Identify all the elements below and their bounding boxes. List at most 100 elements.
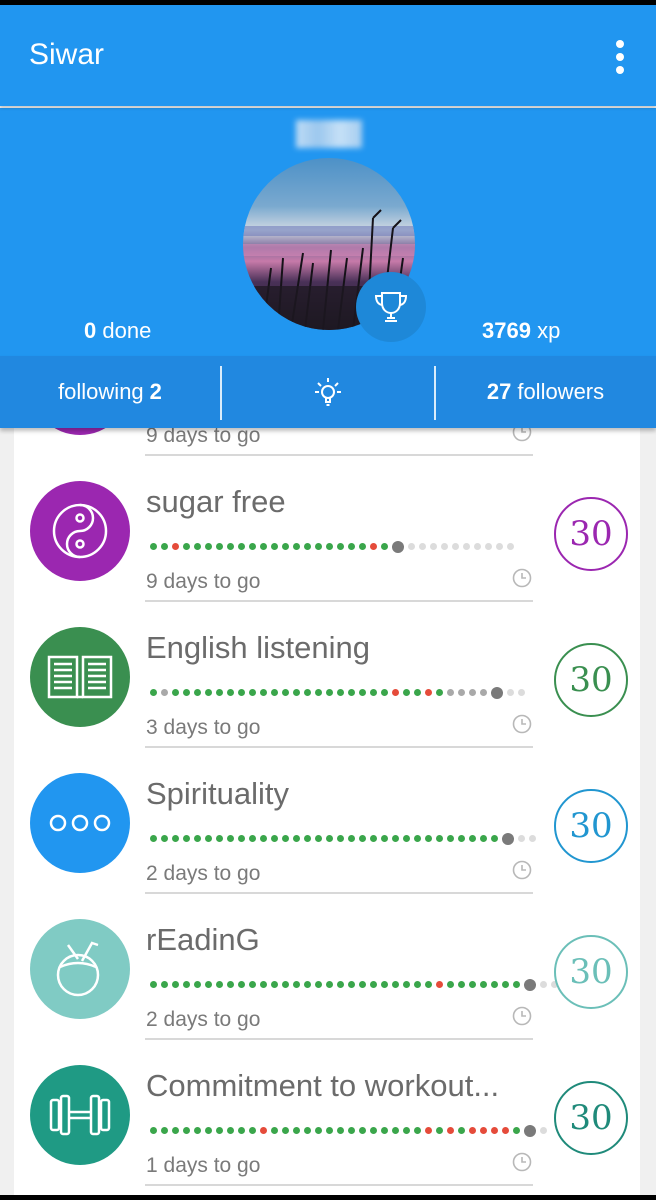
habit-name: Commitment to workout...	[146, 1068, 500, 1103]
progress-dot	[469, 981, 476, 988]
progress-dot	[370, 543, 377, 550]
habit-list[interactable]: 9 days to go30sugar free9 days to go30En…	[14, 428, 640, 1195]
progress-dot	[491, 1127, 498, 1134]
progress-dot	[436, 835, 443, 842]
progress-dot	[392, 689, 399, 696]
clock-icon[interactable]	[512, 1006, 532, 1026]
progress-dot	[238, 543, 245, 550]
progress-dot	[447, 835, 454, 842]
done-label: done	[102, 318, 152, 343]
progress-dot	[260, 981, 267, 988]
progress-dot	[249, 689, 256, 696]
following-label: following	[58, 379, 144, 404]
progress-dot	[205, 689, 212, 696]
progress-dot	[260, 543, 267, 550]
progress-dot	[348, 1127, 355, 1134]
habit-row[interactable]: Commitment to workout... 1 days to go 30	[14, 1040, 640, 1186]
habit-row[interactable]: 9 days to go30	[14, 428, 640, 456]
progress-dot	[540, 981, 547, 988]
progress-dot	[227, 981, 234, 988]
progress-dot	[205, 835, 212, 842]
done-count: 0	[84, 318, 97, 343]
days-to-go: 9 days to go	[146, 428, 261, 447]
clock-icon[interactable]	[512, 860, 532, 880]
streak-badge[interactable]: 30	[554, 643, 628, 717]
progress-dot	[425, 981, 432, 988]
progress-dot	[249, 543, 256, 550]
open-book-icon[interactable]	[30, 627, 130, 727]
progress-dot	[359, 835, 366, 842]
progress-dot	[205, 981, 212, 988]
progress-dot	[458, 835, 465, 842]
habit-row[interactable]: Spirituality 2 days to go 30	[14, 748, 640, 894]
progress-dot	[518, 689, 525, 696]
progress-dot	[480, 1127, 487, 1134]
clock-icon[interactable]	[512, 428, 532, 442]
yin-yang-icon[interactable]	[30, 481, 130, 581]
partial-icon[interactable]	[30, 428, 130, 435]
progress-dot	[430, 543, 437, 550]
dumbbell-icon[interactable]	[30, 1065, 130, 1165]
progress-dot	[172, 543, 179, 550]
progress-dot	[326, 835, 333, 842]
progress-dot	[381, 543, 388, 550]
progress-dot	[304, 689, 311, 696]
habit-row[interactable]: rEadinG 2 days to go 30	[14, 894, 640, 1040]
progress-dot	[293, 1127, 300, 1134]
progress-dot	[507, 543, 514, 550]
streak-badge[interactable]: 30	[554, 935, 628, 1009]
coconut-icon[interactable]	[30, 919, 130, 1019]
habit-row[interactable]: sugar free 9 days to go 30	[14, 456, 640, 602]
progress-dot	[502, 1127, 509, 1134]
progress-dot	[216, 981, 223, 988]
progress-dots	[148, 979, 560, 991]
progress-dot	[282, 689, 289, 696]
streak-badge[interactable]: 30	[554, 1081, 628, 1155]
days-to-go: 2 days to go	[146, 1008, 261, 1031]
xp-value: 3769	[482, 318, 531, 343]
progress-dot	[447, 981, 454, 988]
lightbulb-button[interactable]	[221, 356, 434, 428]
progress-dot	[392, 835, 399, 842]
days-to-go: 9 days to go	[146, 570, 261, 593]
progress-dot	[414, 689, 421, 696]
progress-dot	[315, 543, 322, 550]
progress-dot	[227, 1127, 234, 1134]
blurred-username	[296, 120, 362, 148]
trophy-icon[interactable]	[356, 272, 426, 342]
progress-dot	[315, 1127, 322, 1134]
row-divider	[145, 1184, 533, 1186]
progress-dot	[161, 835, 168, 842]
progress-dot	[293, 835, 300, 842]
clock-icon[interactable]	[512, 1152, 532, 1172]
clock-icon[interactable]	[512, 714, 532, 734]
progress-dot	[271, 689, 278, 696]
progress-dot	[304, 981, 311, 988]
progress-dot	[337, 543, 344, 550]
progress-dot	[436, 981, 443, 988]
habit-row[interactable]: English listening 3 days to go 30	[14, 602, 640, 748]
progress-dot	[315, 835, 322, 842]
progress-dot	[304, 543, 311, 550]
progress-dot	[452, 543, 459, 550]
progress-dot	[315, 981, 322, 988]
more-options-icon[interactable]	[612, 40, 628, 74]
progress-dot	[293, 543, 300, 550]
clock-icon[interactable]	[512, 568, 532, 588]
progress-dot	[150, 689, 157, 696]
progress-dot	[348, 689, 355, 696]
progress-dot	[205, 543, 212, 550]
progress-dot	[502, 833, 514, 845]
streak-badge[interactable]: 30	[554, 789, 628, 863]
progress-dot	[469, 835, 476, 842]
three-dots-icon[interactable]	[30, 773, 130, 873]
following-button[interactable]: following 2	[0, 356, 220, 428]
progress-dot	[392, 541, 404, 553]
progress-dot	[348, 981, 355, 988]
xp-label: xp	[537, 318, 561, 343]
followers-button[interactable]: 27 followers	[435, 356, 656, 428]
streak-badge[interactable]: 30	[554, 497, 628, 571]
progress-dot	[529, 835, 536, 842]
progress-dot	[337, 1127, 344, 1134]
progress-dot	[447, 689, 454, 696]
